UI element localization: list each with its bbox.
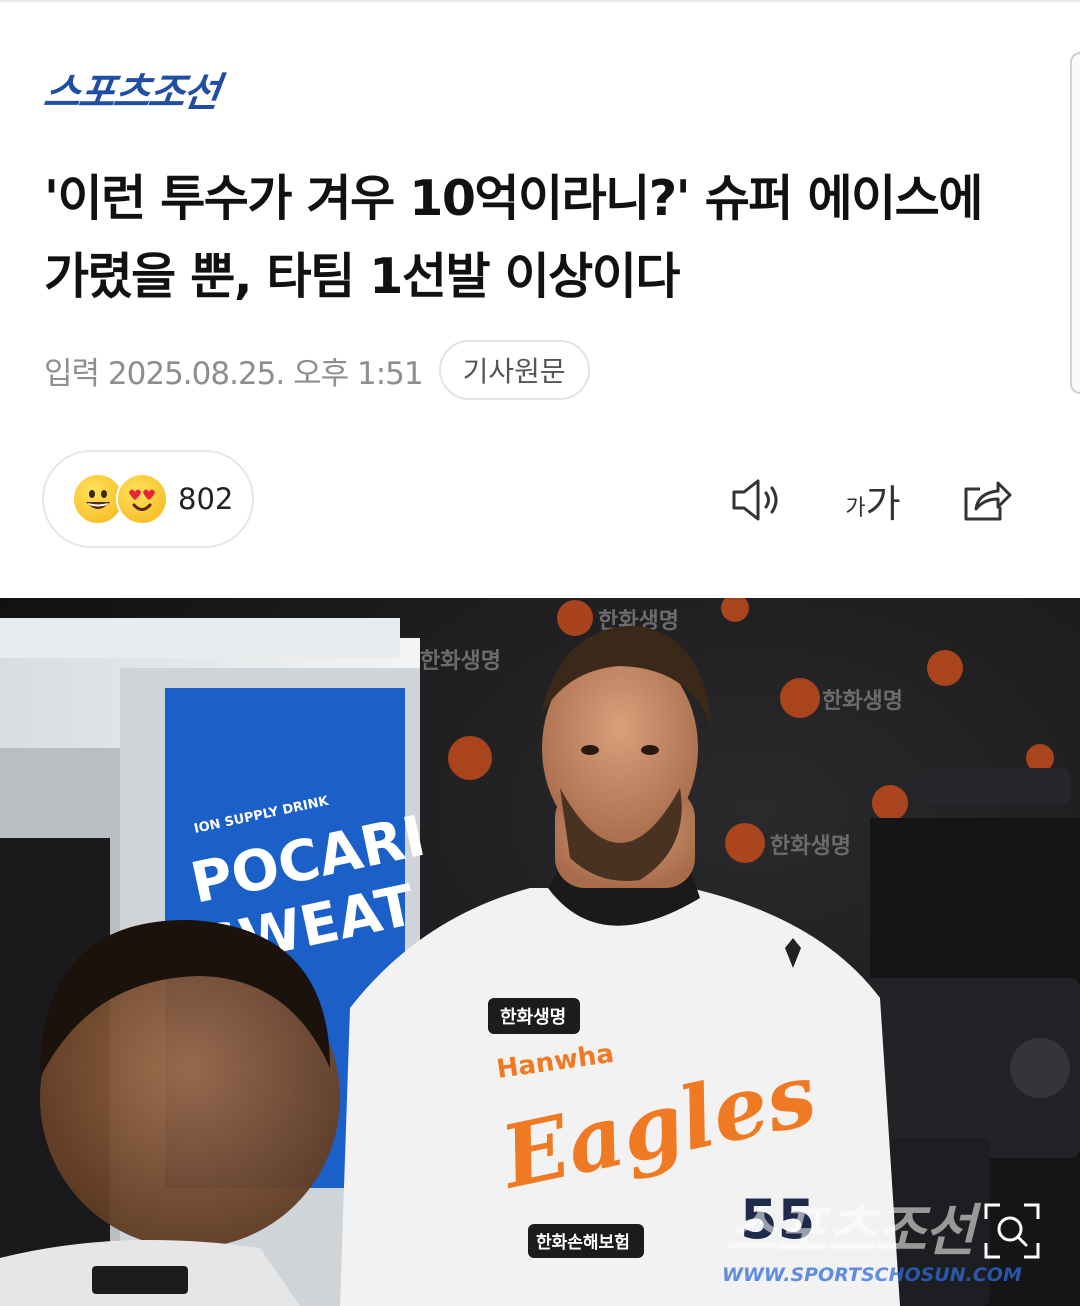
speaker-icon[interactable] xyxy=(726,470,786,530)
article-photo[interactable]: 한화생명 한화생명 한화생명 한화생명 ION SUPPLY DRINK POC… xyxy=(0,598,1080,1306)
reaction-button[interactable]: 802 xyxy=(42,450,254,548)
side-scroll-indicator xyxy=(1070,52,1080,394)
jersey-patch-bottom: 한화손해보험 xyxy=(536,1232,630,1253)
publisher-logo[interactable]: 스포츠조선 xyxy=(41,70,221,116)
backdrop-sponsor-text: 한화생명 xyxy=(420,649,501,674)
backdrop-sponsor-text: 한화생명 xyxy=(770,834,851,859)
original-article-button[interactable]: 기사원문 xyxy=(438,340,590,400)
heart-eyes-emoji-icon xyxy=(116,473,168,525)
article-headline: '이런 투수가 겨우 10억이라니?' 슈퍼 에이스에 가렸을 뿐, 타팀 1선… xyxy=(44,170,983,305)
article-meta: 입력 2025.08.25. 오후 1:51 기사원문 xyxy=(44,340,590,400)
photo-zoom-button[interactable] xyxy=(982,1201,1042,1261)
watermark-logo: 스포츠조선 xyxy=(726,1199,982,1264)
watermark-url: WWW.SPORTSCHOSUN.COM xyxy=(722,1264,1022,1286)
font-size-large-label: 가 xyxy=(865,481,901,526)
top-divider xyxy=(0,0,1080,2)
backdrop-sponsor-text: 한화생명 xyxy=(822,689,903,714)
font-size-icon[interactable]: 가 가 xyxy=(838,470,908,530)
share-icon[interactable] xyxy=(956,470,1016,530)
reaction-count: 802 xyxy=(178,482,234,516)
publish-date: 입력 2025.08.25. 오후 1:51 xyxy=(44,355,424,392)
magnify-icon xyxy=(984,1203,1040,1259)
jersey-patch-top: 한화생명 xyxy=(500,1007,566,1028)
font-size-small-label: 가 xyxy=(845,496,866,521)
